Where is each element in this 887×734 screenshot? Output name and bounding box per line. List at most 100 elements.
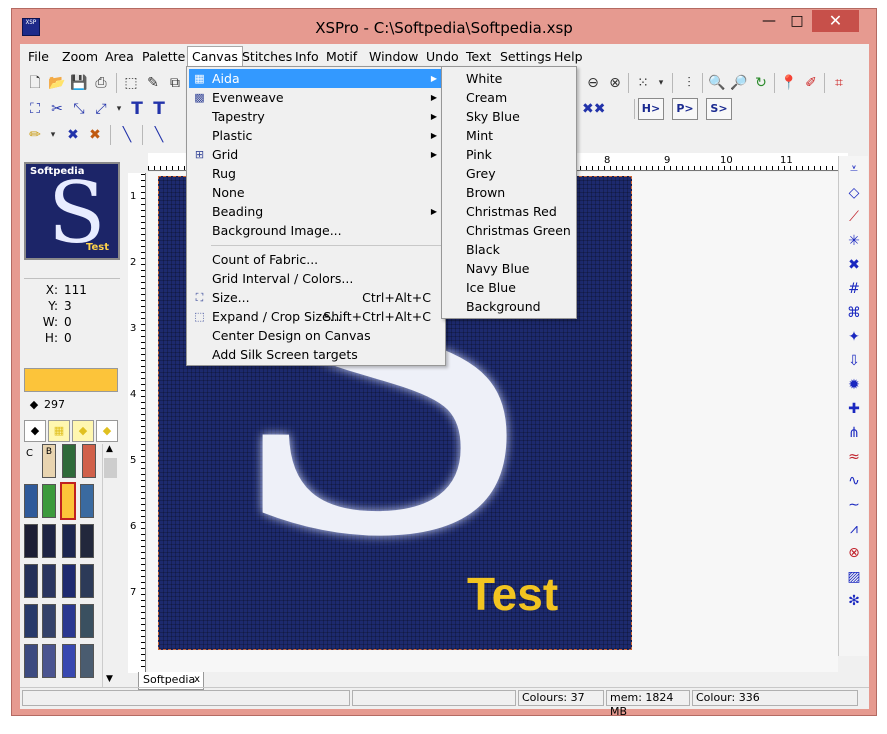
- stitch-hash-icon[interactable]: #: [843, 278, 865, 300]
- stitch-arrow-icon[interactable]: ⇩: [843, 350, 865, 372]
- stitch-down-icon[interactable]: ⩡: [843, 158, 865, 180]
- menu-stitches[interactable]: Stitches: [238, 46, 296, 68]
- stitch-burst-icon[interactable]: ✹: [843, 374, 865, 396]
- palette-swatch[interactable]: [62, 604, 76, 638]
- special-stitch-button[interactable]: S>: [706, 98, 732, 120]
- line-tool-icon[interactable]: ╲: [116, 124, 138, 146]
- menu-canvas[interactable]: Canvas: [187, 46, 243, 68]
- pin-icon[interactable]: 📍: [778, 72, 800, 94]
- save-icon[interactable]: 💾: [68, 72, 90, 94]
- menu-item-tapestry[interactable]: Tapestry ▶: [189, 107, 443, 126]
- menu-item-background-image[interactable]: Background Image...: [189, 221, 443, 240]
- design-thumbnail[interactable]: Softpedia S Test: [24, 162, 120, 260]
- stitch-star-icon[interactable]: ✳: [843, 230, 865, 252]
- quarter-stitch-toggle[interactable]: ◆: [72, 420, 94, 442]
- aida-background[interactable]: Background: [444, 297, 574, 316]
- aida-white[interactable]: White: [444, 69, 574, 88]
- menu-help[interactable]: Help: [550, 46, 587, 68]
- palette-swatch[interactable]: [80, 484, 94, 518]
- title-bar[interactable]: XSP XSPro - C:\Softpedia\Softpedia.xsp —…: [12, 9, 876, 45]
- palette-swatch[interactable]: [62, 564, 76, 598]
- stitch-crossed-circle-icon[interactable]: ⊗: [843, 542, 865, 564]
- palette-swatch[interactable]: [62, 644, 76, 678]
- petit-point-button[interactable]: P>: [672, 98, 698, 120]
- aida-sky-blue[interactable]: Sky Blue: [444, 107, 574, 126]
- palette-swatch-selected[interactable]: [60, 482, 76, 520]
- menu-item-size[interactable]: ⛶ Size... Ctrl+Alt+C: [189, 288, 443, 307]
- aida-cream[interactable]: Cream: [444, 88, 574, 107]
- print-icon[interactable]: ⎙: [90, 72, 112, 94]
- palette-scrollbar[interactable]: ▲ ▼: [102, 444, 118, 688]
- select-rect-icon[interactable]: ⬚: [120, 72, 142, 94]
- stitch-lattice-icon[interactable]: ⌘: [843, 302, 865, 324]
- text-tool-icon[interactable]: T: [126, 98, 148, 120]
- fill-bucket-icon[interactable]: ⛶: [24, 98, 46, 120]
- current-color-swatch[interactable]: [24, 368, 118, 392]
- aida-ice-blue[interactable]: Ice Blue: [444, 278, 574, 297]
- stitch-sparkle-icon[interactable]: ✦: [843, 326, 865, 348]
- aida-pink[interactable]: Pink: [444, 145, 574, 164]
- stitch-wave-icon[interactable]: ∿: [843, 470, 865, 492]
- three-quarter-stitch-toggle[interactable]: ◆: [96, 420, 118, 442]
- menu-info[interactable]: Info: [291, 46, 323, 68]
- menu-item-beading[interactable]: Beading ▶: [189, 202, 443, 221]
- zoom-reset-icon[interactable]: 🔎: [728, 72, 750, 94]
- aida-christmas-green[interactable]: Christmas Green: [444, 221, 574, 240]
- palette-swatch[interactable]: [80, 524, 94, 558]
- diagonal-stitch-icon[interactable]: ╲: [148, 124, 170, 146]
- stitch-angle-icon[interactable]: ⩘: [843, 518, 865, 540]
- menu-zoom[interactable]: Zoom: [58, 46, 102, 68]
- palette-swatch[interactable]: [80, 644, 94, 678]
- text-outline-icon[interactable]: T: [148, 98, 170, 120]
- refresh-icon[interactable]: ↻: [750, 72, 772, 94]
- needle-icon[interactable]: ✂: [46, 98, 68, 120]
- new-file-icon[interactable]: 🗋: [24, 72, 46, 94]
- copy-icon[interactable]: ⧉: [164, 72, 186, 94]
- cross-stitch-icon[interactable]: ✖✖: [582, 98, 605, 120]
- ruler-icon[interactable]: ⫶: [678, 72, 700, 94]
- palette-swatch[interactable]: [80, 604, 94, 638]
- menu-palette[interactable]: Palette: [138, 46, 189, 68]
- scroll-down-icon[interactable]: ▼: [106, 674, 113, 684]
- menu-item-aida[interactable]: ▦ Aida ▶: [189, 69, 443, 88]
- menu-item-silk-screen[interactable]: Add Silk Screen targets: [189, 345, 443, 364]
- menu-item-expand-crop[interactable]: ⬚ Expand / Crop Size... Shift+Ctrl+Alt+C: [189, 307, 443, 326]
- palette-swatch[interactable]: [24, 644, 38, 678]
- half-stitch-button[interactable]: H>: [638, 98, 664, 120]
- stitch-cross-icon[interactable]: ✖: [843, 254, 865, 276]
- cross-color-icon[interactable]: ✖: [84, 124, 106, 146]
- palette-swatch[interactable]: [42, 644, 56, 678]
- stitch-diamond-icon[interactable]: ◇: [843, 182, 865, 204]
- scroll-up-icon[interactable]: ▲: [106, 444, 113, 454]
- menu-item-rug[interactable]: Rug: [189, 164, 443, 183]
- aida-mint[interactable]: Mint: [444, 126, 574, 145]
- close-button[interactable]: ✕: [812, 10, 859, 32]
- palette-swatch[interactable]: [24, 564, 38, 598]
- chevron-down-icon[interactable]: ▾: [650, 72, 672, 94]
- palette-swatch[interactable]: [24, 604, 38, 638]
- menu-item-count-of-fabric[interactable]: Count of Fabric...: [189, 250, 443, 269]
- menu-motif[interactable]: Motif: [322, 46, 361, 68]
- palette-swatch[interactable]: [24, 524, 38, 558]
- palette-swatch[interactable]: [80, 564, 94, 598]
- palette-swatch[interactable]: [42, 524, 56, 558]
- menu-item-evenweave[interactable]: ▩ Evenweave ▶: [189, 88, 443, 107]
- open-folder-icon[interactable]: 📂: [46, 72, 68, 94]
- palette-swatch[interactable]: [42, 604, 56, 638]
- menu-item-plastic[interactable]: Plastic ▶: [189, 126, 443, 145]
- aida-black[interactable]: Black: [444, 240, 574, 259]
- menu-area[interactable]: Area: [101, 46, 138, 68]
- menu-item-grid[interactable]: ⊞ Grid ▶: [189, 145, 443, 164]
- aida-grey[interactable]: Grey: [444, 164, 574, 183]
- zoom-fit-icon[interactable]: ⊗: [604, 72, 626, 94]
- minimize-button[interactable]: —: [756, 10, 782, 32]
- chevron-down-icon[interactable]: ▾: [42, 124, 64, 146]
- stitch-zigzag-icon[interactable]: ≈: [843, 446, 865, 468]
- crop-tool-icon[interactable]: ⌗: [828, 72, 850, 94]
- menu-undo[interactable]: Undo: [422, 46, 463, 68]
- zoom-in-icon[interactable]: 🔍: [706, 72, 728, 94]
- menu-window[interactable]: Window: [365, 46, 422, 68]
- tab-close-icon[interactable]: x: [194, 672, 200, 688]
- stitch-hatch-icon[interactable]: ▨: [843, 566, 865, 588]
- stitch-diagonal-icon[interactable]: ⟋: [843, 206, 865, 228]
